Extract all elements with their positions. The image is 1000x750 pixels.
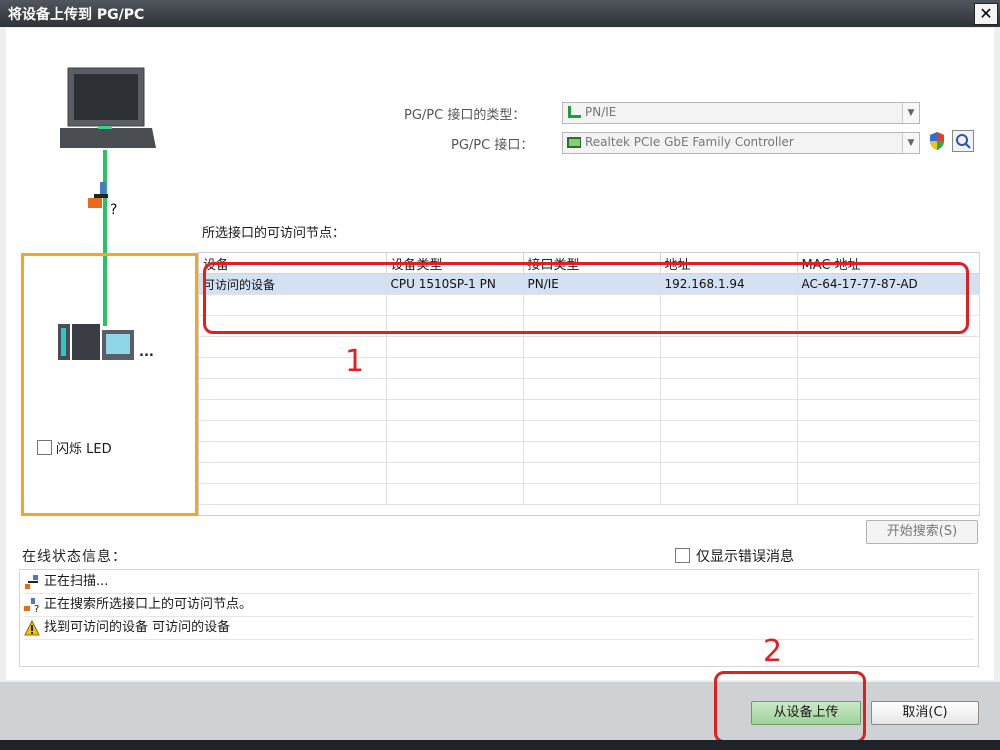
network-card-icon <box>567 137 581 148</box>
svg-text:?: ? <box>34 604 39 613</box>
warning-icon <box>24 620 40 636</box>
status-message-list: 正在扫描... ? 正在搜索所选接口上的可访问节点。 找到可访问的设备 可访问的… <box>19 569 979 667</box>
empty-row <box>199 357 980 379</box>
close-button[interactable]: ✕ <box>974 3 998 25</box>
chevron-down-icon[interactable]: ▼ <box>902 133 919 153</box>
title-bar: 将设备上传到 PG/PC ✕ <box>0 0 1000 27</box>
pg-pc-laptop-icon <box>60 67 156 148</box>
chevron-down-icon[interactable]: ▼ <box>902 103 919 123</box>
empty-row <box>199 336 980 358</box>
window-bottom-edge <box>0 740 1000 750</box>
interface-label: PG/PC 接口： <box>451 138 534 153</box>
network-scan-icon <box>25 575 38 589</box>
magnifier-icon <box>956 134 971 149</box>
svg-text:?: ? <box>110 202 117 218</box>
flash-led-label: 闪烁 LED <box>56 442 112 457</box>
online-status-title: 在线状态信息： <box>22 549 127 565</box>
network-search-icon: ? <box>24 598 39 613</box>
interface-type-value: PN/IE <box>585 105 617 119</box>
interface-type-label: PG/PC 接口的类型： <box>404 108 526 123</box>
list-item: 正在扫描... <box>24 571 974 594</box>
empty-row <box>199 378 980 400</box>
empty-row <box>199 420 980 442</box>
plc-device-icon <box>58 324 134 360</box>
annotation-number-2: 2 <box>763 634 783 669</box>
pn-ie-network-icon <box>568 106 581 118</box>
annotation-box-1 <box>203 262 969 334</box>
status-message-text: 找到可访问的设备 可访问的设备 <box>44 620 231 635</box>
empty-row <box>199 462 980 484</box>
status-message-text: 正在扫描... <box>44 574 109 589</box>
list-item: ? 正在搜索所选接口上的可访问节点。 <box>24 594 974 617</box>
upload-dialog: 将设备上传到 PG/PC ✕ ? ... 闪烁 LED PG/PC 接口的类型：… <box>0 0 1000 750</box>
status-message-text: 正在搜索所选接口上的可访问节点。 <box>44 597 253 612</box>
empty-row <box>199 399 980 421</box>
device-icon-ellipsis: ... <box>139 345 154 360</box>
errors-only-checkbox[interactable] <box>675 548 690 563</box>
list-item: 找到可访问的设备 可访问的设备 <box>24 617 974 640</box>
interface-diagnostics-button[interactable] <box>952 130 974 152</box>
interface-type-select[interactable]: PN/IE ▼ <box>562 102 920 124</box>
annotation-number-1: 1 <box>345 344 365 379</box>
annotation-box-2 <box>714 671 866 743</box>
cancel-button[interactable]: 取消(C) <box>871 701 979 725</box>
start-search-button[interactable]: 开始搜索(S) <box>866 520 978 544</box>
empty-row <box>199 483 980 505</box>
interface-value: Realtek PCIe GbE Family Controller <box>585 135 794 149</box>
security-shield-icon[interactable] <box>928 131 946 151</box>
flash-led-checkbox[interactable] <box>37 440 52 455</box>
errors-only-label: 仅显示错误消息 <box>696 549 794 565</box>
device-panel <box>21 253 198 516</box>
interface-select[interactable]: Realtek PCIe GbE Family Controller ▼ <box>562 132 920 154</box>
dialog-title: 将设备上传到 PG/PC <box>8 7 145 23</box>
network-node-unknown-icon: ? <box>88 182 117 218</box>
accessible-nodes-title: 所选接口的可访问节点： <box>202 226 346 241</box>
empty-row <box>199 441 980 463</box>
